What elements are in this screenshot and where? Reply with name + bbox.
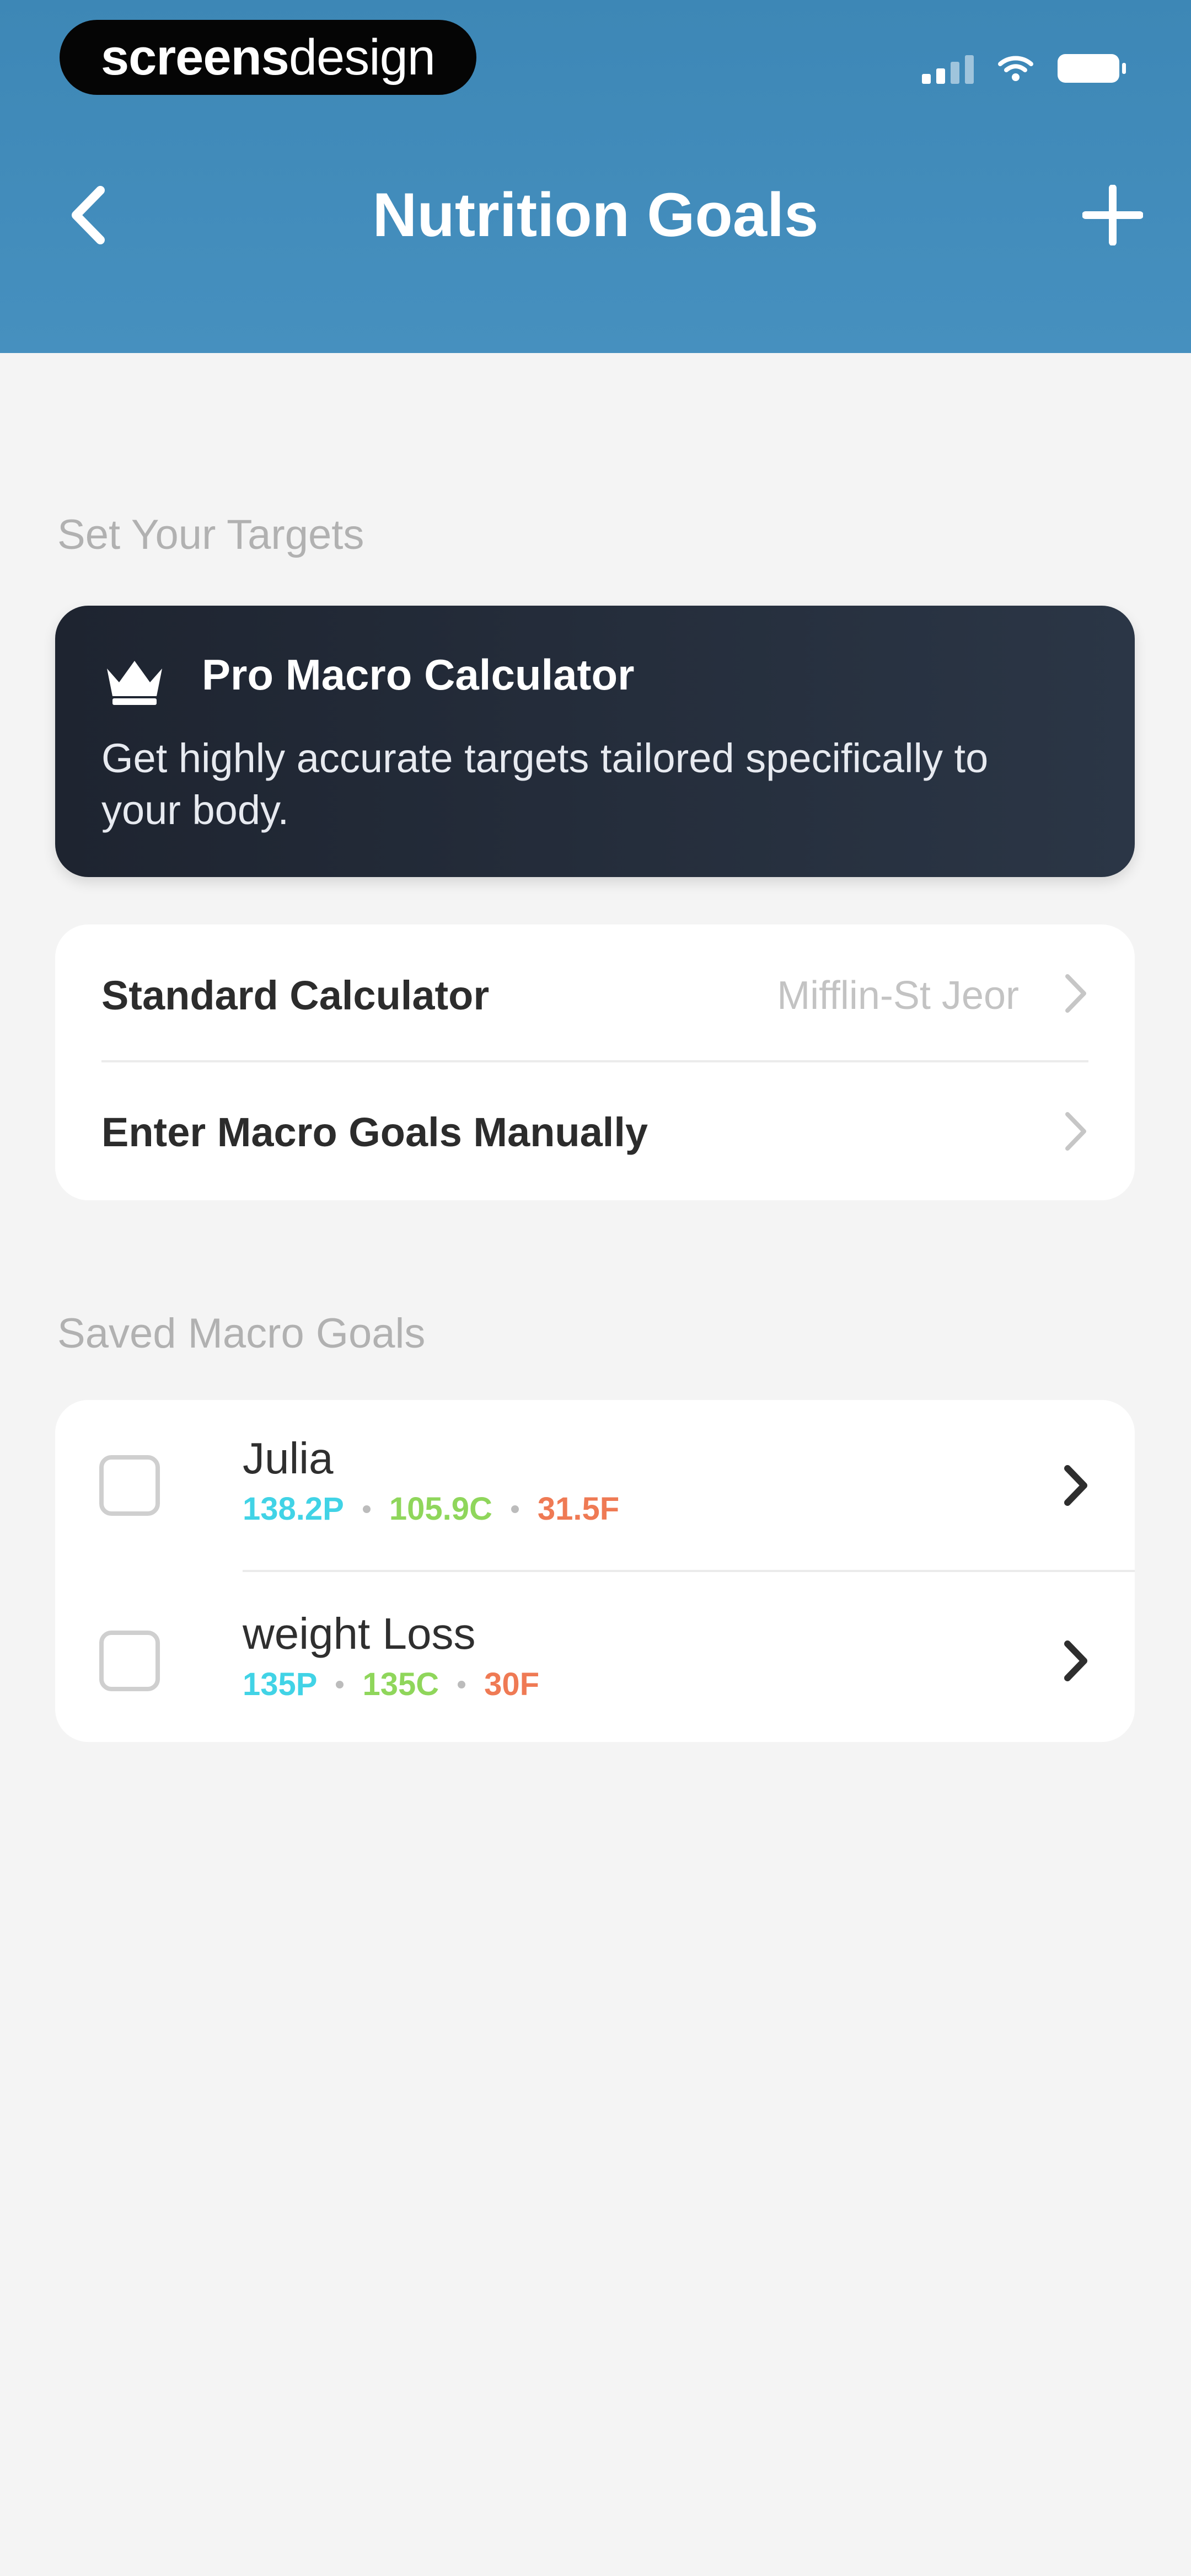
chevron-right-icon	[1064, 1640, 1087, 1681]
standard-calculator-row[interactable]: Standard Calculator Mifflin-St Jeor	[55, 924, 1135, 1061]
goal-name: weight Loss	[243, 1609, 476, 1658]
manual-macro-goals-row[interactable]: Enter Macro Goals Manually	[55, 1062, 1135, 1200]
section-label-targets: Set Your Targets	[57, 511, 364, 558]
separator-dot	[511, 1505, 519, 1513]
protein-value: 135P	[243, 1666, 318, 1702]
brand-text-light: design	[288, 29, 436, 85]
brand-badge: screens design	[60, 20, 476, 95]
pro-card-description: Get highly accurate targets tailored spe…	[101, 735, 989, 833]
signal-icon	[922, 53, 974, 84]
calculator-formula-value: Mifflin-St Jeor	[777, 974, 1019, 1018]
crown-icon	[107, 661, 162, 705]
goal-checkbox[interactable]	[99, 1455, 160, 1516]
plus-icon	[1082, 185, 1143, 245]
fat-value: 31.5F	[537, 1491, 620, 1527]
target-options-card: Standard Calculator Mifflin-St Jeor Ente…	[55, 924, 1135, 1200]
pro-macro-calculator-card[interactable]: Pro Macro Calculator Get highly accurate…	[55, 606, 1135, 877]
brand-text-bold: screens	[101, 29, 289, 85]
separator-dot	[336, 1680, 344, 1688]
battery-icon	[1058, 54, 1126, 83]
header-bar: screens design Nutrition Goals	[0, 0, 1191, 353]
saved-goal-row[interactable]: Julia 138.2P 105.9C 31.5F	[55, 1400, 1135, 1571]
goal-checkbox[interactable]	[99, 1631, 160, 1691]
carbs-value: 105.9C	[389, 1491, 492, 1527]
saved-goal-row[interactable]: weight Loss 135P 135C 30F	[55, 1572, 1135, 1742]
manual-macro-goals-label: Enter Macro Goals Manually	[101, 1109, 648, 1155]
goal-macros: 135P 135C 30F	[243, 1666, 539, 1703]
wifi-icon	[998, 56, 1033, 81]
status-bar	[922, 53, 1126, 84]
separator-dot	[458, 1680, 466, 1688]
add-goal-button[interactable]	[1074, 177, 1151, 254]
pro-card-title: Pro Macro Calculator	[202, 650, 635, 699]
chevron-right-icon	[1065, 1112, 1086, 1151]
protein-value: 138.2P	[243, 1491, 344, 1527]
section-label-saved-goals: Saved Macro Goals	[57, 1310, 426, 1357]
goal-name: Julia	[243, 1434, 334, 1483]
page-title: Nutrition Goals	[372, 180, 819, 249]
saved-goals-card: Julia 138.2P 105.9C 31.5F weight Loss 13…	[55, 1400, 1135, 1742]
chevron-right-icon	[1064, 1465, 1087, 1506]
separator-dot	[362, 1505, 371, 1513]
chevron-right-icon	[1065, 974, 1086, 1013]
goal-macros: 138.2P 105.9C 31.5F	[243, 1490, 619, 1527]
standard-calculator-label: Standard Calculator	[101, 972, 490, 1018]
carbs-value: 135C	[362, 1666, 439, 1702]
fat-value: 30F	[484, 1666, 540, 1702]
